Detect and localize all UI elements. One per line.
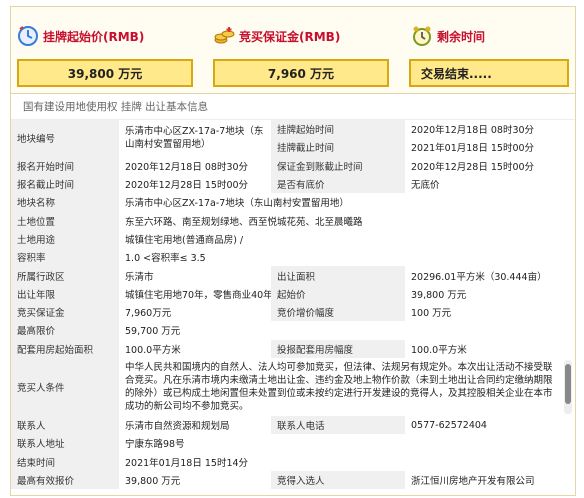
field-value: 2020年12月28日 15时00分 [119,174,271,194]
deposit-value: 7,960 万元 [213,59,389,87]
field-label: 最高有效报价 [11,470,119,490]
field-value: 2020年12月18日 08时30分 [119,156,271,175]
field-label: 竞买人条件 [11,357,119,416]
table-row: 结束时间 2021年01月18日 15时14分 [11,452,575,471]
field-label: 是否有底价 [271,174,405,194]
table-row: 联系人地址 宁康东路98号 [11,434,575,453]
field-label: 起始价 [271,284,405,303]
table-row: 地块编号 乐清市中心区ZX-17a-7地块（东山南村安置留用地） 挂牌起始时间 202… [11,120,575,157]
field-label: 联系人电话 [271,415,405,435]
start-price-label: 挂牌起始价(RMB) [43,29,145,44]
field-value: 2020年12月28日 15时00分 [405,156,575,175]
table-row: 报名截止时间 2020年12月28日 15时00分 是否有底价 无底价 [11,174,575,194]
alarm-clock-icon [411,25,433,47]
field-value: 20296.01平方米（30.444亩） [405,266,575,285]
field-value: 100 万元 [405,302,575,322]
field-label: 报名开始时间 [11,156,119,175]
field-value: 100.0平方米 [119,339,271,358]
field-value: 城镇住宅用地70年，零售商业40年 [119,284,271,303]
remaining-time-value: 交易结束..... [409,59,569,87]
field-value: 乐清市自然资源和规划局 [119,415,271,435]
field-value: 2020年12月18日 08时30分 [405,120,575,139]
field-label: 所属行政区 [11,266,119,285]
field-value: 浙江恒川房地产开发有限公司 [405,470,575,490]
field-label: 挂牌截止时间 [271,138,405,157]
field-label: 出让面积 [271,266,405,285]
field-value: 乐清市 [119,266,271,285]
field-label: 结束时间 [11,452,119,471]
table-row: 报名开始时间 2020年12月18日 08时30分 保证金到账截止时间 2020年12… [11,156,575,175]
remaining-time-label: 剩余时间 [437,29,486,44]
field-value: 39,800 万元 [405,284,575,303]
field-value: 1.0 <容积率≤ 3.5 [119,248,575,267]
table-row: 竞买保证金 7,960万元 竞价增价幅度 100 万元 [11,302,575,322]
field-label: 保证金到账截止时间 [271,156,405,175]
start-price-stat: 挂牌起始价(RMB) 39,800 万元 [11,7,201,95]
field-value: 59,700 万元 [119,321,575,340]
land-info-table: 地块编号 乐清市中心区ZX-17a-7地块（东山南村安置留用地） 挂牌起始时间 202… [11,120,575,490]
field-value: 城镇住宅用地(普通商品房) / [119,229,575,249]
table-row: 最高有效报价 39,800 万元 竞得入选人 浙江恒川房地产开发有限公司 [11,470,575,490]
field-label: 竞得入选人 [271,470,405,490]
coins-icon [213,25,235,47]
field-label: 竞价增价幅度 [271,302,405,322]
table-row: 所属行政区 乐清市 出让面积 20296.01平方米（30.444亩） [11,266,575,285]
remaining-time-stat: 剩余时间 交易结束..... [403,7,577,95]
field-label: 土地位置 [11,211,119,230]
field-value: 2021年01月18日 15时00分 [405,138,575,157]
deposit-header: 竞买保证金(RMB) [213,25,340,47]
start-price-value: 39,800 万元 [17,59,193,87]
field-value: 2021年01月18日 15时14分 [119,452,575,471]
field-value: 乐清市中心区ZX-17a-7地块（东山南村安置留用地） [119,120,271,157]
section-title: 国有建设用地使用权 挂牌 出让基本信息 [11,94,575,120]
deposit-stat: 竞买保证金(RMB) 7,960 万元 [207,7,397,95]
field-label: 容积率 [11,248,119,267]
field-value: 100.0平方米 [405,339,575,358]
table-row: 竞买人条件 中华人民共和国境内的自然人、法人均可参加竞买，但法律、法规另有规定外。… [11,357,575,416]
field-label: 挂牌起始时间 [271,120,405,139]
field-value: 乐清市中心区ZX-17a-7地块（东山南村安置留用地） [119,193,575,212]
field-label: 最高限价 [11,321,119,340]
field-value: 无底价 [405,174,575,194]
land-info-panel: 国有建设用地使用权 挂牌 出让基本信息 地块编号 乐清市中心区ZX-17a-7地块… [10,94,576,496]
table-row: 最高限价 59,700 万元 [11,321,575,340]
field-label: 地块编号 [11,120,119,157]
field-value: 中华人民共和国境内的自然人、法人均可参加竞买，但法律、法规另有规定外。本次出让活… [119,357,575,416]
clock-icon [17,25,39,47]
scrollbar-thumb[interactable] [565,363,571,404]
field-label: 地块名称 [11,193,119,212]
field-value: 7,960万元 [119,302,271,322]
start-price-header: 挂牌起始价(RMB) [17,25,144,47]
field-label: 土地用途 [11,229,119,249]
field-value: 0577-62572404 [405,415,575,435]
table-row: 容积率 1.0 <容积率≤ 3.5 [11,248,575,267]
auction-summary-panel: 挂牌起始价(RMB) 39,800 万元 竞买保证金(RMB) 7,960 万元… [10,6,576,94]
table-row: 地块名称 乐清市中心区ZX-17a-7地块（东山南村安置留用地） [11,193,575,212]
field-value: 东至六环路、南至规划绿地、西至悦城花苑、北至晨曦路 [119,211,575,230]
table-row: 土地用途 城镇住宅用地(普通商品房) / [11,229,575,249]
field-label: 联系人地址 [11,434,119,453]
table-row: 联系人 乐清市自然资源和规划局 联系人电话 0577-62572404 [11,415,575,435]
table-row: 出让年限 城镇住宅用地70年，零售商业40年 起始价 39,800 万元 [11,284,575,303]
field-label: 投报配套用房幅度 [271,339,405,358]
field-label: 竞买保证金 [11,302,119,322]
field-value: 39,800 万元 [119,470,271,490]
table-row: 配套用房起始面积 100.0平方米 投报配套用房幅度 100.0平方米 [11,339,575,358]
deposit-label: 竞买保证金(RMB) [239,29,341,44]
field-label: 出让年限 [11,284,119,303]
field-label: 配套用房起始面积 [11,339,119,358]
field-label: 报名截止时间 [11,174,119,194]
field-label: 联系人 [11,415,119,435]
remaining-time-header: 剩余时间 [411,25,485,47]
table-row: 土地位置 东至六环路、南至规划绿地、西至悦城花苑、北至晨曦路 [11,211,575,230]
field-value: 宁康东路98号 [119,434,575,453]
